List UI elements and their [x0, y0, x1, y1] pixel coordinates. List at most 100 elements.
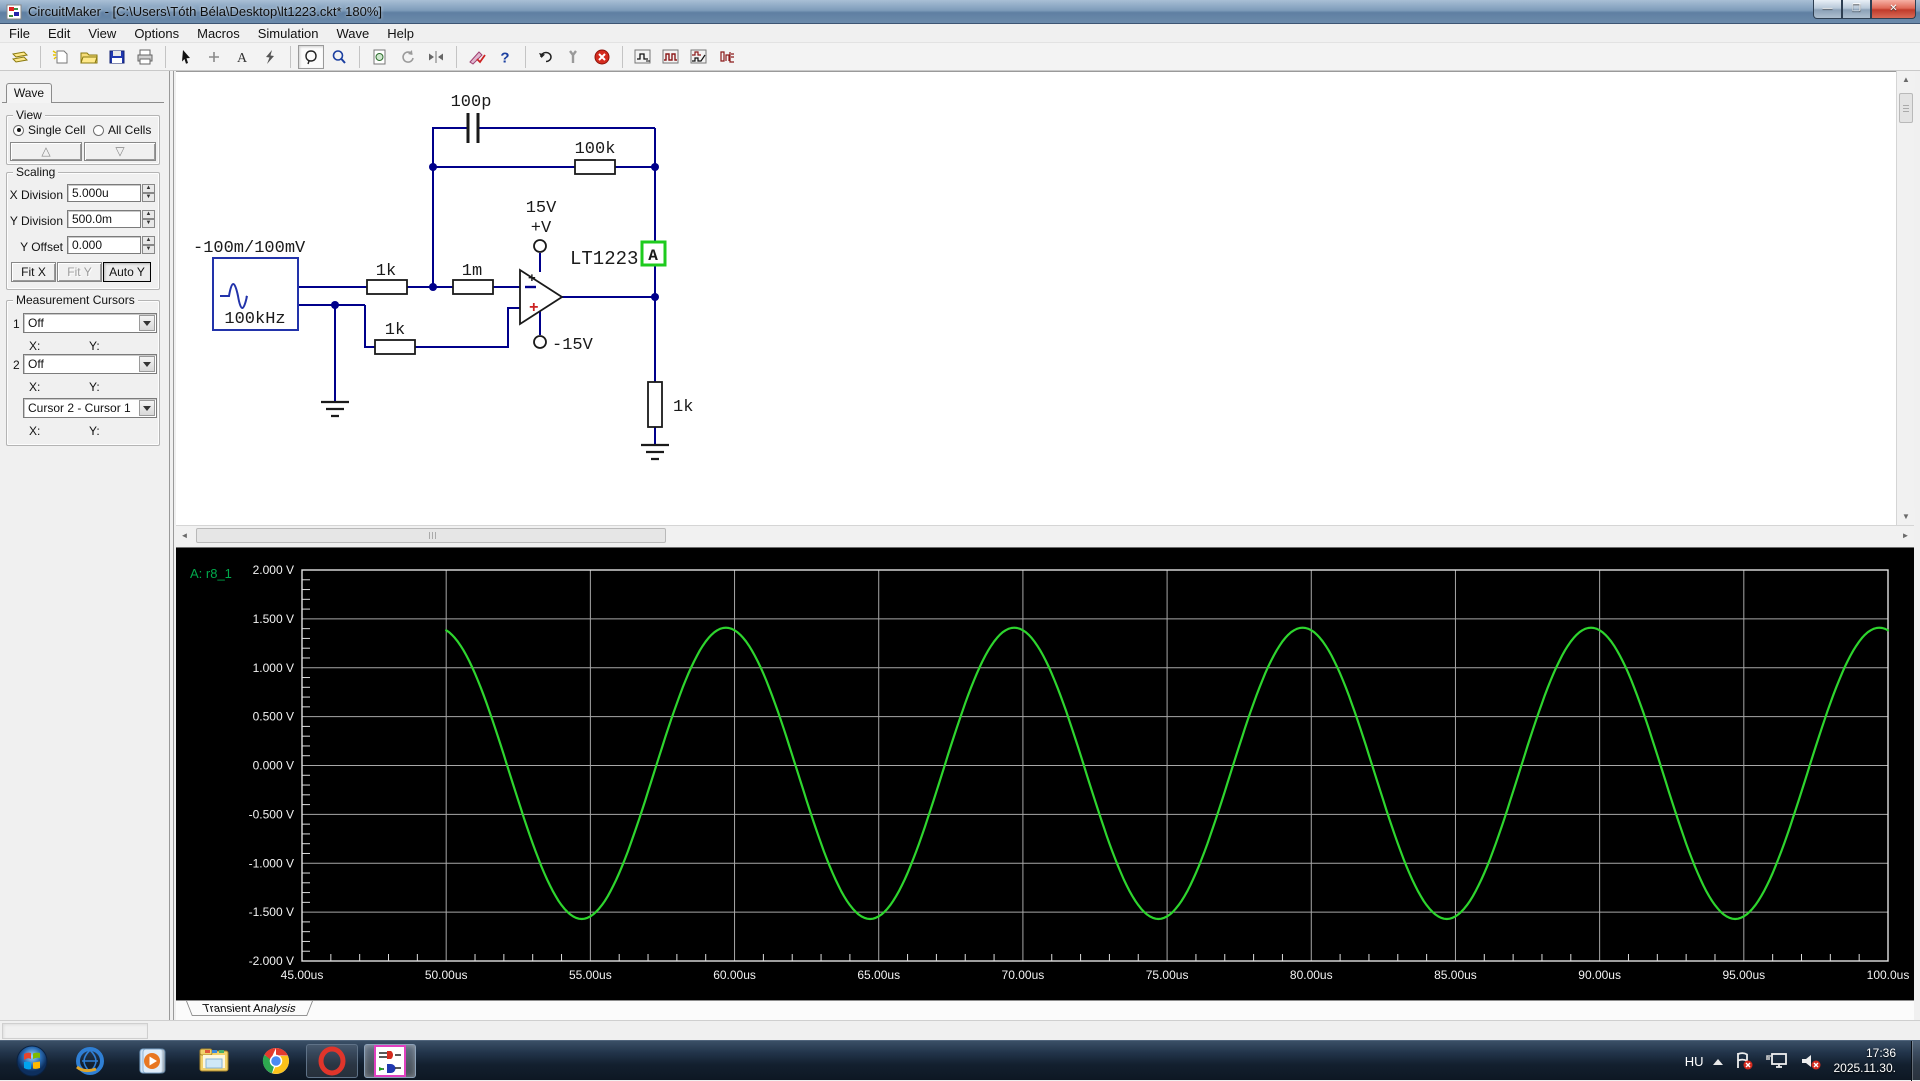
restore-button[interactable]: ❐	[1842, 0, 1871, 19]
reset-button[interactable]	[533, 45, 559, 69]
menu-view[interactable]: View	[79, 24, 125, 43]
new-file-icon	[52, 49, 68, 63]
question-mark-icon: ?	[500, 49, 509, 65]
cursor-delta-dropdown-icon[interactable]	[139, 400, 155, 416]
rgain-value-label: 1m	[462, 262, 482, 281]
fit-x-button[interactable]: Fit X	[11, 262, 56, 282]
open-file-button[interactable]	[76, 45, 102, 69]
rgnd-value-label: 1k	[385, 321, 405, 340]
show-desktop-button[interactable]	[1911, 1041, 1920, 1081]
taskbar-circuitmaker[interactable]	[364, 1044, 416, 1078]
plus-icon	[209, 51, 219, 62]
cell-up-button[interactable]: △	[10, 142, 82, 161]
tools-wrench-button[interactable]	[561, 45, 587, 69]
taskbar-chrome[interactable]	[250, 1044, 302, 1078]
action-center-flag-icon[interactable]	[1733, 1051, 1755, 1071]
schematic-horizontal-scrollbar[interactable]: ◄ ►	[176, 525, 1914, 546]
cursor-delta-select[interactable]: Cursor 2 - Cursor 1	[23, 398, 157, 418]
scroll-left-icon[interactable]: ◄	[176, 526, 193, 546]
cursor2-dropdown-icon[interactable]	[139, 356, 155, 372]
taskbar-internet-explorer[interactable]	[64, 1044, 116, 1078]
taskbar-opera[interactable]	[306, 1044, 358, 1078]
parts-bin-button[interactable]	[7, 45, 33, 69]
zoom-button[interactable]	[326, 45, 352, 69]
source-range-label: -100m/100mV	[193, 239, 306, 258]
menu-file[interactable]: File	[0, 24, 39, 43]
vplus-pin-label: +V	[531, 219, 552, 238]
y-offset-spinner[interactable]: ▲ ▼	[142, 236, 155, 254]
y-offset-input[interactable]: 0.000	[67, 236, 141, 254]
toolbar: A ?	[0, 43, 1920, 71]
radio-single-cell-dot[interactable]	[13, 124, 24, 136]
horizontal-scroll-thumb[interactable]	[196, 528, 666, 543]
waveform-panel[interactable]: 45.00us 50.00us 55.00us 60.00us 65.00us 70.00…	[176, 547, 1914, 1000]
cursor1-dropdown-icon[interactable]	[139, 315, 155, 331]
new-file-button[interactable]	[48, 45, 74, 69]
close-button[interactable]: ✕	[1871, 0, 1916, 19]
stop-button[interactable]	[589, 45, 615, 69]
tab-wave[interactable]: Wave	[6, 83, 52, 103]
panel-splitter[interactable]	[168, 71, 176, 1020]
wire-plus-button[interactable]	[201, 45, 227, 69]
y-division-spinner[interactable]: ▲ ▼	[142, 210, 155, 228]
vplus-value-label: 15V	[526, 199, 557, 218]
logic-probe-button[interactable]	[714, 45, 740, 69]
x-division-input[interactable]: 5.000u	[67, 184, 141, 202]
radio-all-cells[interactable]: All Cells	[93, 123, 151, 137]
taskbar-clock[interactable]: 17:36 2025.11.30.	[1833, 1046, 1896, 1076]
menu-help[interactable]: Help	[378, 24, 423, 43]
network-icon[interactable]	[1765, 1051, 1789, 1071]
analysis-tabstrip: Transient Analysis	[176, 1000, 1914, 1020]
print-button[interactable]	[132, 45, 158, 69]
svg-text:-1.000 V: -1.000 V	[249, 856, 294, 870]
schematic-vertical-scrollbar[interactable]: ▲ ▼	[1896, 71, 1915, 525]
vminus-label: -15V	[552, 336, 594, 355]
cursor2-select[interactable]: Off	[23, 354, 157, 374]
menu-simulation[interactable]: Simulation	[249, 24, 328, 43]
x-division-spinner[interactable]: ▲ ▼	[142, 184, 155, 202]
digital-scope-button[interactable]	[658, 45, 684, 69]
taskbar-file-explorer[interactable]	[188, 1044, 240, 1078]
radio-single-cell[interactable]: Single Cell	[13, 123, 85, 137]
cursor1-select[interactable]: Off	[23, 313, 157, 333]
delete-tool-button[interactable]	[257, 45, 283, 69]
cursor2-value: Off	[28, 357, 44, 371]
mixed-scope-button[interactable]	[686, 45, 712, 69]
text-tool-button[interactable]: A	[229, 45, 255, 69]
mirror-button[interactable]	[423, 45, 449, 69]
help-button[interactable]: ?	[492, 45, 518, 69]
scroll-right-icon[interactable]: ►	[1897, 526, 1914, 546]
menu-wave[interactable]: Wave	[327, 24, 378, 43]
hidden-icons-chevron[interactable]	[1713, 1054, 1724, 1065]
scroll-up-icon[interactable]: ▲	[1897, 71, 1915, 88]
analog-scope-button[interactable]	[630, 45, 656, 69]
svg-text:-0.500 V: -0.500 V	[249, 807, 294, 821]
fit-y-button[interactable]: Fit Y	[57, 262, 102, 282]
schematic-canvas[interactable]: 100p 100k 1k 1m 15V +V -15V LT1223 A 1k …	[176, 71, 1896, 525]
auto-y-button[interactable]: Auto Y	[103, 262, 151, 282]
menu-macros[interactable]: Macros	[188, 24, 249, 43]
vertical-scroll-thumb[interactable]	[1899, 93, 1913, 123]
y-offset-label: Y Offset	[20, 240, 63, 254]
wrench-icon	[569, 49, 577, 63]
taskbar-media-player[interactable]	[126, 1044, 178, 1078]
language-indicator[interactable]: HU	[1685, 1054, 1704, 1069]
preview-button[interactable]	[367, 45, 393, 69]
tab-transient-analysis[interactable]: Transient Analysis	[186, 1001, 313, 1016]
start-button[interactable]	[6, 1044, 58, 1078]
scroll-down-icon[interactable]: ▼	[1897, 508, 1915, 525]
menu-edit[interactable]: Edit	[39, 24, 79, 43]
save-file-button[interactable]	[104, 45, 130, 69]
volume-muted-icon[interactable]	[1799, 1051, 1823, 1071]
radio-all-cells-dot[interactable]	[93, 124, 104, 136]
radio-all-cells-label: All Cells	[108, 123, 152, 137]
svg-text:85.00us: 85.00us	[1434, 968, 1477, 982]
minimize-button[interactable]: —	[1813, 0, 1842, 19]
zoom-select-button[interactable]	[298, 44, 324, 69]
select-cursor-button[interactable]	[173, 45, 199, 69]
menu-options[interactable]: Options	[125, 24, 188, 43]
y-division-input[interactable]: 500.0m	[67, 210, 141, 228]
cell-down-button[interactable]: ▽	[84, 142, 156, 161]
simulation-edit-button[interactable]	[464, 45, 490, 69]
rotate-button[interactable]	[395, 45, 421, 69]
